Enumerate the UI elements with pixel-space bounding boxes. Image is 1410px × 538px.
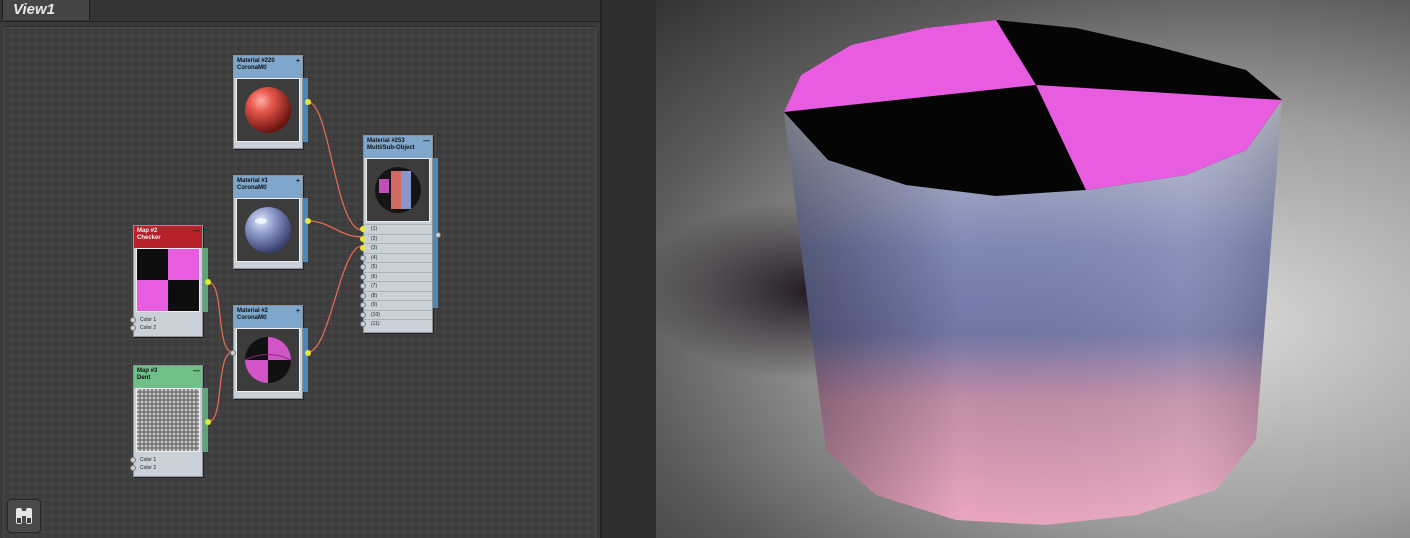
slate-material-editor: View1 Material #220 CoronaMtl + Material…: [0, 0, 600, 538]
output-port[interactable]: [305, 218, 311, 224]
node-title: Material #220: [237, 58, 275, 64]
wire-checker-to-mat2: [207, 281, 234, 353]
output-port[interactable]: [435, 232, 441, 238]
slot-label: (8): [371, 292, 378, 299]
node-header[interactable]: Material #253 Multi/Sub-Object —: [364, 136, 432, 158]
input-port[interactable]: [360, 302, 366, 308]
slot-label: Color 1: [140, 457, 157, 463]
wire-dent-to-mat2: [207, 351, 234, 423]
node-type: Dent: [137, 375, 151, 381]
input-port[interactable]: [360, 254, 366, 261]
collapse-icon[interactable]: —: [423, 138, 430, 145]
input-port-color2[interactable]: [130, 465, 136, 471]
node-type: CoronaMtl: [237, 315, 267, 321]
map-preview-dent-noise: [136, 388, 200, 452]
sub-material-slot[interactable]: (8): [360, 290, 432, 300]
material-preview-checker-sphere: [236, 328, 300, 392]
sub-material-slot[interactable]: (6): [360, 271, 432, 281]
sub-material-slot[interactable]: (4): [360, 252, 432, 262]
node-map-3-dent[interactable]: Map #3 Dent — Color 1 Color 2: [130, 365, 211, 477]
node-title: Material #1: [237, 178, 269, 184]
output-port[interactable]: [205, 279, 211, 285]
sub-material-slot[interactable]: (5): [360, 262, 432, 271]
output-port[interactable]: [305, 99, 311, 105]
material-preview-multi-sphere: [366, 158, 430, 222]
input-port[interactable]: [360, 264, 366, 270]
input-port[interactable]: [360, 321, 366, 327]
map-preview-checker: [136, 248, 200, 312]
sub-material-slots: (1) (2) (3) (4) (5) (6) (7) (8) (9) (10) (11): [360, 224, 432, 330]
slot-label: (1): [371, 226, 378, 232]
slot-label: (2): [371, 235, 378, 242]
node-title: Map #2: [137, 228, 158, 234]
wire-mat220-to-multi: [307, 101, 363, 231]
slot-label: (11): [371, 321, 380, 327]
node-material-1[interactable]: Material #1 CoronaMtl +: [233, 175, 311, 269]
node-header[interactable]: Map #2 Checker —: [134, 226, 202, 248]
node-header[interactable]: Material #1 CoronaMtl +: [234, 176, 302, 198]
input-port[interactable]: [360, 283, 366, 289]
slot-label: Color 1: [140, 317, 157, 323]
slot-label: (7): [371, 283, 378, 289]
node-map-2-checker[interactable]: Map #2 Checker — Color 1 Color 2: [130, 225, 211, 337]
binoculars-icon: [16, 508, 32, 524]
node-type: Checker: [137, 235, 161, 241]
collapse-icon[interactable]: +: [296, 58, 300, 65]
input-port[interactable]: [360, 245, 366, 251]
sub-material-slot[interactable]: (1): [360, 224, 432, 233]
input-port[interactable]: [360, 235, 366, 242]
slot-label: (4): [371, 254, 378, 261]
node-title: Map #3: [137, 368, 158, 374]
collapse-icon[interactable]: +: [296, 308, 300, 315]
material-preview-red-sphere: [236, 78, 300, 142]
node-title: Material #253: [367, 138, 405, 144]
input-port[interactable]: [360, 226, 366, 232]
input-port-color1[interactable]: [130, 457, 136, 463]
input-port[interactable]: [360, 311, 366, 318]
input-port[interactable]: [360, 273, 366, 280]
viewport-divider: [600, 0, 658, 538]
sub-material-slot[interactable]: (9): [360, 300, 432, 309]
wire-mat1-to-multi: [307, 220, 363, 238]
node-type: CoronaMtl: [237, 185, 267, 191]
navigator-button[interactable]: [7, 499, 41, 533]
slot-label: (5): [371, 264, 378, 270]
rendered-cylinder: [656, 20, 1282, 525]
sub-material-slot[interactable]: (7): [360, 281, 432, 290]
collapse-icon[interactable]: —: [193, 228, 200, 235]
collapse-icon[interactable]: —: [193, 368, 200, 375]
sub-material-slot[interactable]: (11): [360, 319, 432, 328]
input-port-color1[interactable]: [130, 317, 136, 323]
wire-mat2-to-multi: [307, 245, 363, 353]
node-type: CoronaMtl: [237, 65, 267, 71]
node-material-220[interactable]: Material #220 CoronaMtl +: [233, 55, 311, 149]
node-header[interactable]: Material #220 CoronaMtl +: [234, 56, 302, 78]
output-bar: [303, 78, 308, 142]
output-bar: [303, 328, 308, 392]
node-material-2[interactable]: Material #2 CoronaMtl +: [230, 305, 311, 399]
input-port[interactable]: [360, 292, 366, 299]
node-title: Material #2: [237, 308, 269, 314]
output-bar: [303, 198, 308, 262]
sub-material-slot[interactable]: (3): [360, 243, 432, 252]
slot-label: (10): [371, 311, 380, 318]
collapse-icon[interactable]: +: [296, 178, 300, 185]
node-header[interactable]: Material #2 CoronaMtl +: [234, 306, 302, 328]
input-port[interactable]: [230, 350, 236, 356]
output-port[interactable]: [305, 350, 311, 356]
slot-label: Color 2: [140, 325, 157, 331]
slot-label: (9): [371, 302, 378, 308]
input-port-color2[interactable]: [130, 325, 136, 331]
node-type: Multi/Sub-Object: [367, 145, 415, 151]
slot-label: (6): [371, 273, 378, 280]
slot-label: (3): [371, 245, 378, 251]
output-port[interactable]: [205, 419, 211, 425]
slot-label: Color 2: [140, 465, 157, 471]
node-header[interactable]: Map #3 Dent —: [134, 366, 202, 388]
render-viewport: [656, 0, 1410, 538]
material-preview-glass-sphere: [236, 198, 300, 262]
sub-material-slot[interactable]: (2): [360, 233, 432, 243]
sub-material-slot[interactable]: (10): [360, 309, 432, 319]
node-material-253-multisub[interactable]: Material #253 Multi/Sub-Object — (1) (2)(…: [360, 135, 441, 333]
